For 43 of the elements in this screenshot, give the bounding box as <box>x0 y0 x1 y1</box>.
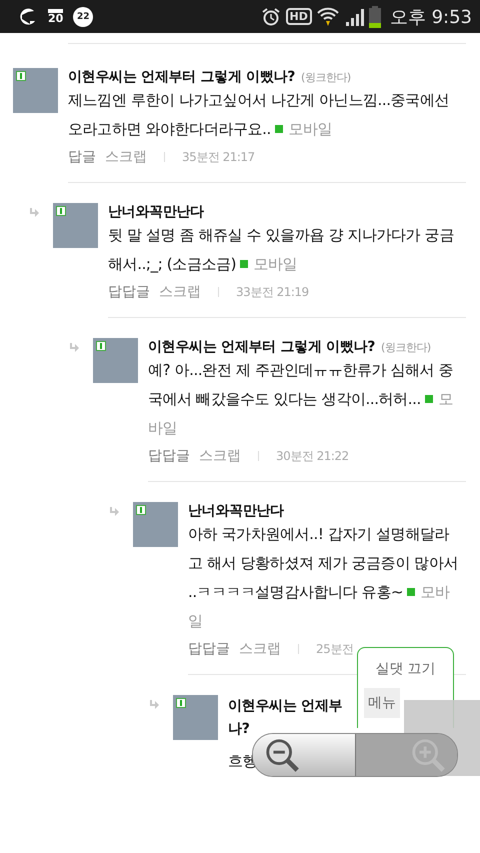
comment-action-link[interactable]: 스크랩 <box>105 148 147 166</box>
comment-time: 35분전 21:17 <box>182 148 255 166</box>
grade-badge-icon <box>16 71 26 81</box>
author-nickname: (윙크한다) <box>381 340 431 355</box>
notification-count: 20 <box>48 9 64 24</box>
author-name[interactable]: 이현우씨는 언제부터 그렇게 이뻤나? <box>148 338 376 356</box>
signal-icon <box>344 6 364 26</box>
comment-action-link[interactable]: 답글 <box>68 148 96 166</box>
battery-icon <box>368 6 381 28</box>
reply-arrow-icon <box>108 506 120 518</box>
comment-text: 뒷 말 설명 좀 해쥬실 수 있을까욥 걍 지나가다가 궁금해서..;_; (소금소금) 모바일 <box>108 225 455 275</box>
comment-time: 25분전 <box>316 640 354 658</box>
author-name[interactable]: 이현우씨는 언제부터 그렇게 이뻤나? <box>68 68 296 86</box>
author-nickname: (윙크한다) <box>301 70 351 85</box>
comment-action-link[interactable]: 답답글 <box>108 283 150 301</box>
alarm-icon <box>260 6 280 26</box>
clock: 오후 9:53 <box>390 6 472 28</box>
grade-badge-icon <box>56 206 66 216</box>
grade-badge-icon <box>176 698 186 708</box>
comment-text: 제느낌엔 루한이 나가고싶어서 나간게 아닌느낌...중국에선 오라고하면 와야한다더라구요.. 모바일 <box>68 90 450 140</box>
comment-action-link[interactable]: 답답글 <box>188 640 230 658</box>
menu-item[interactable]: 실댓 끄기 <box>369 654 442 684</box>
comment-action-link[interactable]: 스크랩 <box>159 283 201 301</box>
comment-action-link[interactable]: 답답글 <box>148 447 190 465</box>
notification-bubble: 22 <box>73 6 94 26</box>
grade-badge-icon <box>96 341 106 351</box>
reply-arrow-icon <box>28 207 40 219</box>
author-name[interactable]: 나? <box>228 718 250 741</box>
comment-time: 33분전 21:19 <box>236 284 309 300</box>
network-badge: HD <box>286 8 312 25</box>
author-name[interactable]: 이현우씨는 언제부 <box>228 695 342 718</box>
menu-item[interactable]: 메뉴 <box>364 688 400 718</box>
comment-action-link[interactable]: 스크랩 <box>239 640 281 658</box>
grade-badge-icon <box>136 505 146 515</box>
reply-arrow-icon <box>68 342 80 354</box>
comment-text: 아하 국가차원에서..! 갑자기 설명해달라고 해서 당황하셨져 제가 궁금증이 많아서 ..ㅋㅋㅋㅋ설명감사합니다 유홍~ 모바일 <box>188 524 460 632</box>
wifi-icon <box>316 6 339 26</box>
reply-arrow-icon <box>148 699 160 711</box>
author-name[interactable]: 난너와꼭만난다 <box>188 502 284 520</box>
carrier-logo-icon <box>18 6 38 26</box>
comment-action-link[interactable]: 스크랩 <box>199 447 241 465</box>
author-name[interactable]: 난너와꼭만난다 <box>108 203 204 221</box>
comment-time: 30분전 21:22 <box>276 448 349 464</box>
